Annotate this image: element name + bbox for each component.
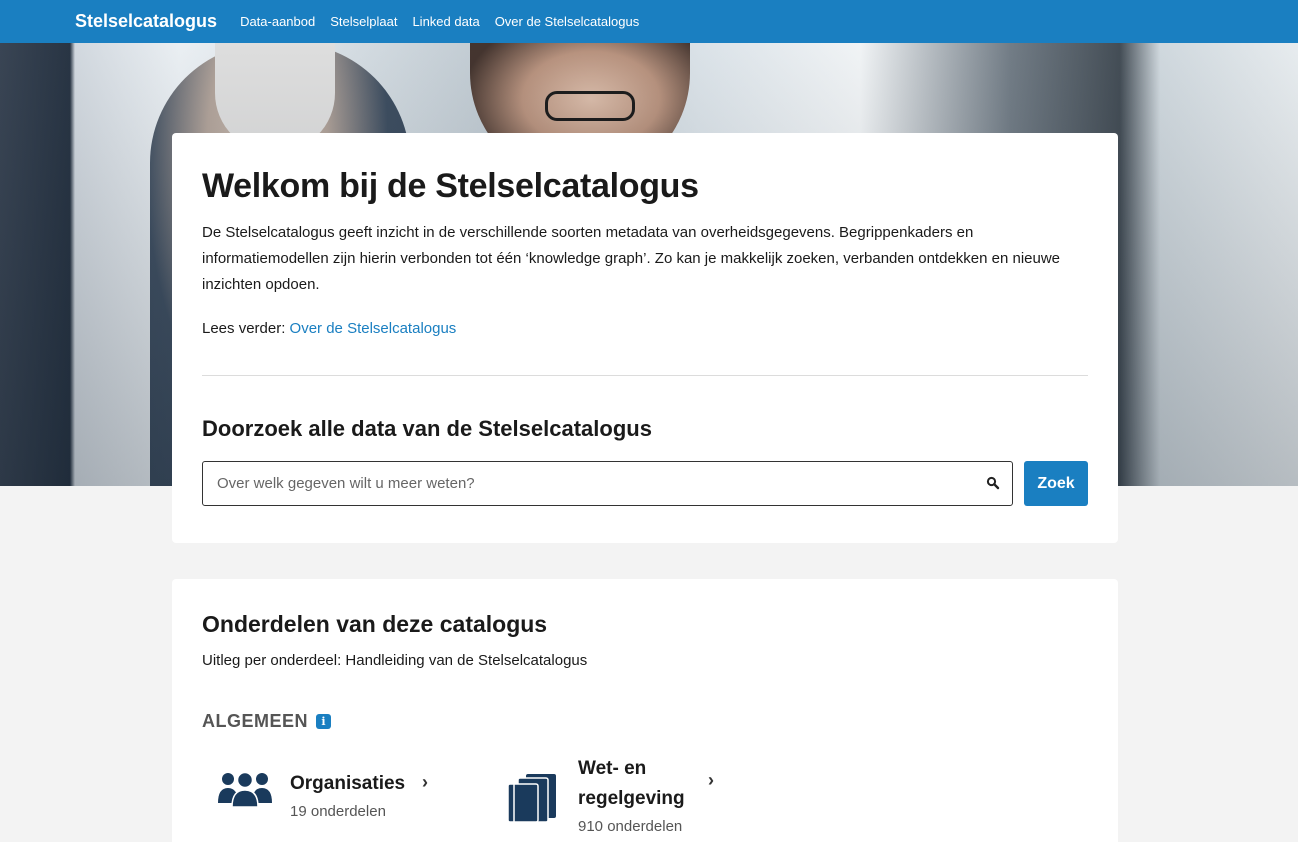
- parts-subtitle: Uitleg per onderdeel: Handleiding van de…: [202, 652, 588, 669]
- tile-count: 910 onderdelen: [578, 818, 683, 835]
- read-more-link[interactable]: Over de Stelselcatalogus: [290, 320, 457, 337]
- nav-link-over[interactable]: Over de Stelselcatalogus: [495, 14, 640, 29]
- read-more: Lees verder: Over de Stelselcatalogus: [202, 320, 1088, 337]
- search-icon[interactable]: [986, 476, 1000, 490]
- section-algemeen: ALGEMEEN i: [202, 711, 1088, 732]
- search-button[interactable]: Zoek: [1024, 461, 1088, 506]
- nav-link-stelselplaat[interactable]: Stelselplaat: [330, 14, 397, 29]
- tile-wet-text: Wet- en regelgeving 910 onderdelen: [578, 754, 685, 835]
- tile-organisaties-text: Organisaties 19 onderdelen: [290, 769, 405, 820]
- tile-organisaties[interactable]: Organisaties 19 onderdelen ›: [216, 769, 466, 835]
- tile-title-line2: regelgeving: [578, 788, 685, 809]
- tile-title-line1: Wet- en: [578, 758, 647, 779]
- search-row: Zoek: [202, 461, 1088, 506]
- tile-title: Organisaties: [290, 773, 406, 794]
- catalog-parts-card: Onderdelen van deze catalogus Uitleg per…: [172, 579, 1118, 842]
- divider: [202, 375, 1088, 376]
- top-navigation-bar: Stelselcatalogus Data-aanbod Stelselplaa…: [0, 0, 1298, 43]
- search-box: [202, 461, 1013, 506]
- parts-tiles: Organisaties 19 onderdelen › Wet- en reg…: [202, 754, 1088, 835]
- page-title: Welkom bij de Stelselcatalogus: [202, 167, 699, 205]
- brand-logo-link[interactable]: Stelselcatalogus: [75, 11, 217, 32]
- search-input[interactable]: [203, 462, 1012, 505]
- read-more-prefix: Lees verder:: [202, 320, 290, 337]
- welcome-card: Welkom bij de Stelselcatalogus De Stelse…: [172, 133, 1118, 543]
- chevron-right-icon: ›: [422, 772, 428, 792]
- intro-text: De Stelselcatalogus geeft inzicht in de …: [202, 224, 1061, 293]
- law-books-icon: [507, 774, 556, 822]
- tile-wet-en-regelgeving[interactable]: Wet- en regelgeving 910 onderdelen ›: [506, 754, 766, 835]
- nav-links: Data-aanbod Stelselplaat Linked data Ove…: [240, 14, 639, 29]
- nav-link-data-aanbod[interactable]: Data-aanbod: [240, 14, 315, 29]
- info-icon[interactable]: i: [316, 714, 332, 729]
- people-group-icon: [218, 771, 272, 808]
- parts-heading: Onderdelen van deze catalogus: [202, 611, 548, 637]
- nav-link-linked-data[interactable]: Linked data: [412, 14, 479, 29]
- section-label: ALGEMEEN: [202, 711, 309, 731]
- search-heading: Doorzoek alle data van de Stelselcatalog…: [202, 416, 652, 441]
- chevron-right-icon: ›: [708, 770, 714, 790]
- tile-count: 19 onderdelen: [290, 803, 386, 820]
